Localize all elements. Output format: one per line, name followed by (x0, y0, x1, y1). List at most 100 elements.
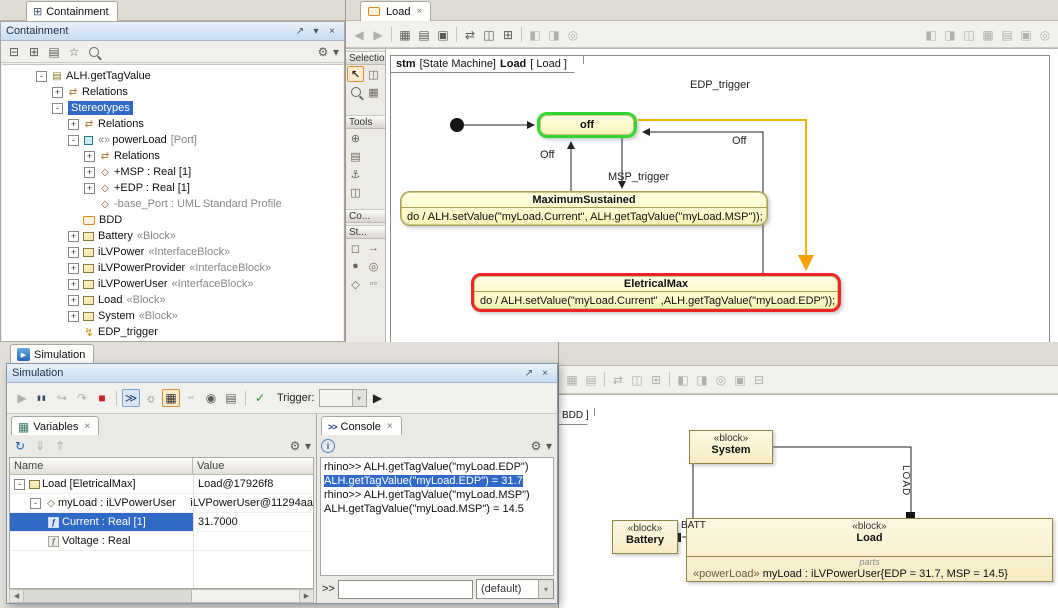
expander-icon[interactable]: + (84, 151, 95, 162)
note-tool-icon[interactable]: ▤ (347, 148, 364, 164)
show-parents-icon[interactable]: ◫ (628, 371, 646, 389)
tab-simulation[interactable]: ▶ Simulation (10, 344, 94, 364)
tree-item-bdd-diagram[interactable]: BDD (2, 212, 343, 228)
fire-trigger-icon[interactable]: ▶ (369, 389, 387, 407)
initial-state-tool-icon[interactable]: ● (347, 258, 364, 274)
tab-console[interactable]: >> Console × (321, 416, 402, 436)
expander-icon[interactable]: + (68, 231, 79, 242)
back-icon[interactable]: ◀ (350, 26, 368, 44)
tree-item-ilvpower[interactable]: + iLVPower «InterfaceBlock» (2, 244, 343, 260)
expander-icon[interactable]: + (84, 167, 95, 178)
float-window-icon[interactable]: ↗ (522, 366, 536, 380)
engine-select[interactable]: (default) ▾ (476, 579, 554, 599)
console-input[interactable] (338, 580, 473, 599)
block-system[interactable]: «block» System (689, 430, 773, 464)
show-grid-icon[interactable]: ▦ (563, 371, 581, 389)
step-over-icon[interactable]: ↷ (73, 389, 91, 407)
close-icon[interactable]: × (325, 24, 339, 38)
console-line[interactable]: rhino>> ALH.getTagValue("myLoad.MSP") (321, 488, 553, 502)
column-header-name[interactable]: Name (10, 458, 193, 474)
tree-item-edp[interactable]: + ◇ +EDP : Real [1] (2, 180, 343, 196)
print-preview-icon[interactable]: ▣ (731, 371, 749, 389)
show-diagram-info-icon[interactable]: ▤ (415, 26, 433, 44)
final-state-tool-icon[interactable]: ◎ (365, 258, 382, 274)
table-header[interactable]: Name Value (10, 458, 313, 475)
favorites-icon[interactable]: ☆ (65, 43, 83, 61)
layout-right-icon[interactable]: ◨ (941, 26, 959, 44)
tree-item-alh-gettagvalue[interactable]: - ▤ ALH.getTagValue (2, 68, 343, 84)
overview-icon[interactable]: ▦ (365, 84, 382, 100)
center-icon[interactable]: ◎ (712, 371, 730, 389)
trigger-select[interactable]: ▾ (319, 389, 367, 407)
table-row-voltage[interactable]: ƒ Voltage : Real (10, 532, 313, 551)
part-property[interactable]: «powerLoad» myLoad : iLVPowerUser{EDP = … (687, 567, 1052, 580)
state-maximum-sustained[interactable]: MaximumSustained do / ALH.setValue("myLo… (400, 191, 768, 226)
center-icon[interactable]: ◎ (564, 26, 582, 44)
expand-all-icon[interactable]: ⊞ (25, 43, 43, 61)
validate-icon[interactable]: ✓ (251, 389, 269, 407)
options-menu-button[interactable]: ⚙ ▾ (314, 43, 340, 61)
port-label-load[interactable]: LOAD (900, 465, 911, 496)
expander-icon[interactable]: + (68, 247, 79, 258)
debug-icon[interactable]: ◉ (202, 389, 220, 407)
expander-icon[interactable]: + (68, 279, 79, 290)
expander-icon[interactable]: + (68, 295, 79, 306)
initial-pseudostate[interactable] (450, 118, 464, 132)
transition-label-off[interactable]: Off (540, 149, 554, 161)
print-preview-icon[interactable]: ▣ (434, 26, 452, 44)
transition-label-msp-trigger[interactable]: MSP_trigger (608, 171, 669, 183)
close-icon[interactable]: × (538, 366, 552, 380)
align-right-icon[interactable]: ◨ (693, 371, 711, 389)
expander-icon[interactable]: - (52, 103, 63, 114)
simulation-options-icon[interactable]: ☼ (142, 389, 160, 407)
add-element-icon[interactable]: ⊞ (647, 371, 665, 389)
pause-icon[interactable]: ▮▮ (33, 389, 51, 407)
close-tab-icon[interactable]: × (84, 421, 90, 432)
choice-tool-icon[interactable]: ◇ (347, 276, 364, 292)
tree-item-edp-trigger[interactable]: ↯ EDP_trigger (2, 324, 343, 340)
add-element-icon[interactable]: ⊞ (499, 26, 517, 44)
tree-item-ilvpowerprovider[interactable]: + iLVPowerProvider «InterfaceBlock» (2, 260, 343, 276)
import-icon[interactable]: ⇑ (51, 437, 69, 455)
expander-icon[interactable]: + (68, 119, 79, 130)
options-menu-button[interactable]: ⚙ ▾ (286, 437, 312, 455)
open-in-diagram-icon[interactable]: ▤ (45, 43, 63, 61)
expander-icon[interactable]: + (68, 311, 79, 322)
console-line-selected[interactable]: ALH.getTagValue("myLoad.EDP") = 31.7 (321, 474, 553, 488)
tree-item-ilvpoweruser[interactable]: + iLVPowerUser «InterfaceBlock» (2, 276, 343, 292)
breakpoints-icon[interactable]: ◦◦ (182, 389, 200, 407)
expander-icon[interactable]: - (30, 498, 41, 509)
layers-icon[interactable]: ▤ (998, 26, 1016, 44)
export-icon[interactable]: ⇓ (31, 437, 49, 455)
tree-item-base-port[interactable]: ◇ -base_Port : UML Standard Profile (2, 196, 343, 212)
selection-cursor-icon[interactable]: ↖ (347, 66, 364, 82)
magnet-tool-icon[interactable]: ⊕ (347, 130, 364, 146)
expander-icon[interactable]: + (52, 87, 63, 98)
align-right-icon[interactable]: ◨ (545, 26, 563, 44)
zoom-100-icon[interactable]: ◎ (1036, 26, 1054, 44)
multi-select-icon[interactable]: ◫ (365, 66, 382, 82)
collapse-all-icon[interactable]: ⊟ (5, 43, 23, 61)
state-tool-icon[interactable]: ◻ (347, 240, 364, 256)
tab-containment[interactable]: ⊞ Containment (26, 1, 118, 21)
step-into-icon[interactable]: ↪ (53, 389, 71, 407)
transition-tool-icon[interactable]: → (365, 240, 382, 256)
terminate-icon[interactable]: ■ (93, 389, 111, 407)
console-output[interactable]: rhino>> ALH.getTagValue("myLoad.EDP") AL… (320, 457, 554, 576)
expander-icon[interactable]: + (68, 263, 79, 274)
distribute-icon[interactable]: ◫ (960, 26, 978, 44)
zoom-fit-icon[interactable]: ▣ (1017, 26, 1035, 44)
state-off[interactable]: off (537, 112, 637, 138)
block-battery[interactable]: «block» Battery (612, 520, 678, 554)
port-label-batt[interactable]: BATT (681, 520, 706, 531)
tab-variables[interactable]: ▦ Variables × (11, 416, 99, 436)
make-same-size-icon[interactable]: ▦ (979, 26, 997, 44)
scrollbar-thumb[interactable] (24, 590, 192, 602)
expander-icon[interactable]: + (84, 183, 95, 194)
column-header-value[interactable]: Value (193, 458, 313, 474)
options-menu-button[interactable]: ⚙ ▾ (527, 437, 553, 455)
horizontal-scrollbar[interactable]: ◀ ▶ (9, 589, 314, 603)
bdd-canvas[interactable]: BDD ] «block» System «block» Battery «bl… (559, 394, 1058, 608)
run-icon[interactable]: ▶ (13, 389, 31, 407)
zoom-tool-icon[interactable] (347, 84, 364, 100)
